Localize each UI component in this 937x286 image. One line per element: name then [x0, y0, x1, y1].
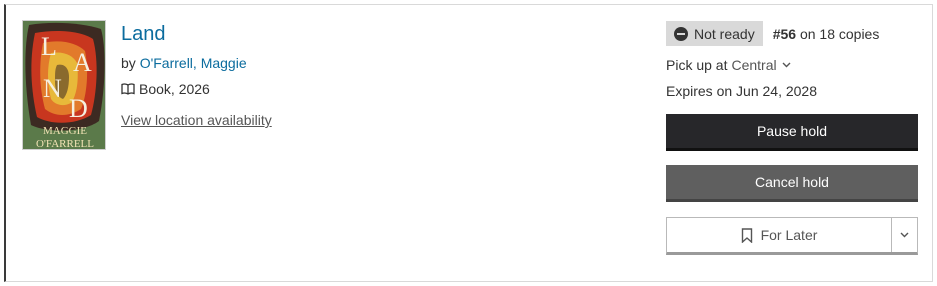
pause-hold-button[interactable]: Pause hold	[666, 114, 918, 151]
cover-letter-d: D	[69, 94, 88, 123]
pickup-location-dropdown[interactable]: Central	[731, 57, 791, 73]
view-location-availability-link[interactable]: View location availability	[121, 112, 272, 128]
hold-item-card: L A N D MAGGIE O'FARRELL Land by O'Farre…	[4, 4, 933, 282]
cover-author-last: O'FARRELL	[36, 138, 94, 150]
queue-number: #56	[772, 25, 797, 42]
chevron-down-icon	[900, 232, 909, 238]
cover-letter-a: A	[73, 48, 92, 77]
hold-status-row: Not ready #56 on 18 copies	[666, 21, 879, 46]
queue-position: #56 on 18 copies	[773, 26, 880, 42]
book-title-link[interactable]: Land	[121, 23, 166, 46]
format-info: Book, 2026	[121, 81, 210, 97]
queue-suffix: on 18 copies	[799, 25, 880, 42]
status-badge: Not ready	[666, 21, 763, 46]
book-cover-art: L A N D MAGGIE O'FARRELL	[23, 21, 105, 150]
pickup-location-value: Central	[731, 57, 777, 73]
cancel-hold-button[interactable]: Cancel hold	[666, 165, 918, 202]
book-cover-image[interactable]: L A N D MAGGIE O'FARRELL	[22, 20, 106, 150]
chevron-down-icon	[782, 62, 791, 68]
book-icon	[121, 83, 135, 95]
not-ready-icon	[674, 26, 688, 41]
for-later-button[interactable]: For Later	[667, 218, 891, 252]
cover-letter-l: L	[41, 32, 57, 61]
pickup-label: Pick up at	[666, 57, 728, 73]
status-text: Not ready	[694, 25, 755, 42]
byline: by O'Farrell, Maggie	[121, 55, 247, 71]
for-later-label: For Later	[760, 227, 818, 243]
byline-prefix: by	[121, 55, 136, 71]
for-later-split-button: For Later	[666, 217, 918, 255]
expiry-date: Expires on Jun 24, 2028	[666, 83, 817, 99]
shelf-options-dropdown[interactable]	[891, 218, 917, 252]
bookmark-icon	[741, 227, 752, 243]
cover-letter-n: N	[43, 74, 62, 103]
author-link[interactable]: O'Farrell, Maggie	[140, 55, 247, 71]
pickup-location-row: Pick up at Central	[666, 57, 791, 73]
format-text: Book, 2026	[139, 81, 210, 97]
cover-author-first: MAGGIE	[43, 125, 87, 137]
